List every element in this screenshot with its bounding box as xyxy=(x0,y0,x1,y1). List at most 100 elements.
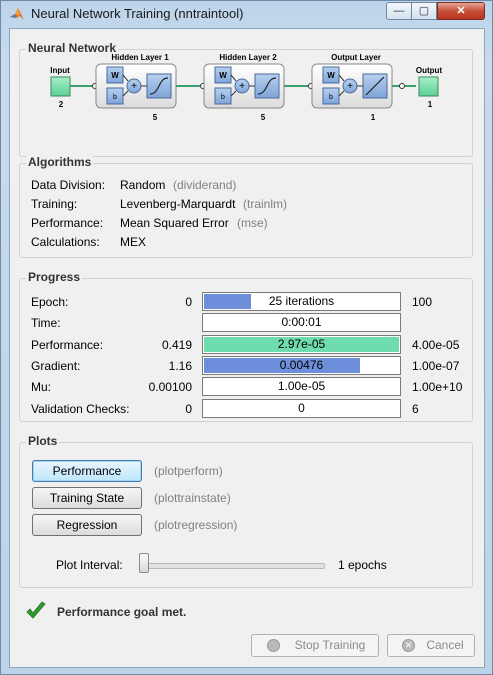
progress-bar: 0.00476 xyxy=(202,355,401,375)
progress-bar-text: 0.00476 xyxy=(279,357,324,372)
progress-bar: 0:00:01 xyxy=(202,313,401,333)
input-size: 2 xyxy=(59,100,64,109)
algorithm-label: Data Division: xyxy=(31,178,106,192)
algorithm-value: Random xyxy=(120,178,166,192)
progress-start-value: 0 xyxy=(185,295,192,309)
progress-label: Epoch: xyxy=(31,295,69,309)
algorithm-function: (mse) xyxy=(237,216,268,230)
svg-text:+: + xyxy=(239,81,245,92)
progress-bar: 2.97e-05 xyxy=(202,334,401,354)
plot-interval-value: 1 epochs xyxy=(338,558,387,572)
plots-title: Plots xyxy=(26,434,60,448)
matlab-logo-icon xyxy=(10,8,24,20)
hidden-layer-2-title: Hidden Layer 2 xyxy=(219,53,277,62)
minimize-button[interactable]: — xyxy=(386,2,412,20)
plot-training-state-button[interactable]: Training State xyxy=(32,487,142,509)
hidden-1-bias-label: b xyxy=(113,94,117,101)
progress-end-value: 1.00e+10 xyxy=(412,380,463,395)
checkmark-icon xyxy=(26,601,46,619)
hidden-layer-1-title: Hidden Layer 1 xyxy=(111,53,169,62)
nntraintool-window: Neural Network Training (nntraintool) — … xyxy=(0,0,493,675)
progress-end-value: 1.00e-07 xyxy=(412,358,460,373)
progress-bar-text: 0 xyxy=(298,400,305,415)
plot-function: (plotregression) xyxy=(154,518,238,532)
algorithm-value: Levenberg-Marquardt xyxy=(120,197,236,211)
plot-button-label: Performance xyxy=(52,464,122,478)
progress-start-value: 0 xyxy=(185,401,192,416)
progress-start-value: 0.00100 xyxy=(148,380,192,395)
cancel-label: Cancel xyxy=(426,638,464,652)
hidden-1-weight-label: W xyxy=(111,71,119,80)
progress-bar: 0 xyxy=(202,398,401,418)
svg-text:+: + xyxy=(131,81,137,92)
progress-bar-text: 2.97e-05 xyxy=(277,336,326,351)
plot-function: (plottrainstate) xyxy=(154,491,231,505)
plot-interval-label: Plot Interval: xyxy=(56,558,123,572)
cancel-button[interactable]: ✕ Cancel xyxy=(387,634,475,657)
algorithm-function: (dividerand) xyxy=(173,178,237,192)
plot-interval-slider[interactable] xyxy=(139,553,325,577)
progress-start-value: 0.419 xyxy=(161,337,192,352)
hidden-2-bias-label: b xyxy=(221,94,225,101)
hidden-layer-1-size: 5 xyxy=(153,113,158,122)
input-node xyxy=(50,76,71,97)
progress-bar-text: 1.00e-05 xyxy=(277,379,326,394)
progress-label: Mu: xyxy=(31,380,52,395)
output-label: Output xyxy=(416,66,443,75)
cancel-icon: ✕ xyxy=(402,639,415,652)
output-bias-label: b xyxy=(329,94,333,101)
plot-button-label: Regression xyxy=(56,518,118,532)
progress-end-value: 100 xyxy=(412,295,433,309)
stop-icon xyxy=(267,639,280,652)
progress-label: Time: xyxy=(31,316,61,331)
algorithm-label: Calculations: xyxy=(31,235,100,249)
algorithm-function: (trainlm) xyxy=(243,197,287,211)
slider-thumb[interactable] xyxy=(139,553,149,573)
output-weight-label: W xyxy=(327,71,335,80)
progress-panel: Progress Epoch: 0 25 iterations 100 Time: 0:0… xyxy=(19,270,473,422)
stop-training-label: Stop Training xyxy=(294,638,366,652)
output-node xyxy=(418,76,439,97)
maximize-button[interactable]: ▢ xyxy=(411,2,437,20)
plot-regression-button[interactable]: Regression xyxy=(32,514,142,536)
algorithm-label: Performance: xyxy=(31,216,104,230)
algorithm-value: Mean Squared Error xyxy=(120,216,229,230)
hidden-2-weight-label: W xyxy=(219,71,227,80)
output-layer-size: 1 xyxy=(371,113,376,122)
status-message: Performance goal met. xyxy=(57,605,187,619)
progress-label: Performance: xyxy=(31,337,104,352)
progress-start-value: 1.16 xyxy=(168,358,192,373)
hidden-layer-2-size: 5 xyxy=(261,113,266,122)
algorithm-value: MEX xyxy=(120,235,147,249)
progress-end-value: 6 xyxy=(412,401,419,416)
maximize-icon: ▢ xyxy=(418,5,430,17)
progress-bar: 25 iterations xyxy=(202,292,401,311)
progress-end-value: 4.00e-05 xyxy=(412,337,460,352)
network-diagram: Input 2 Hidden Layer 1 W b + 5 Hidden La… xyxy=(50,53,443,122)
output-layer-title: Output Layer xyxy=(331,53,381,62)
algorithm-label: Training: xyxy=(31,197,78,211)
progress-bar: 1.00e-05 xyxy=(202,377,401,397)
progress-label: Gradient: xyxy=(31,358,81,373)
neural-network-panel: Neural Network Input 2 Hidden Layer 1 W … xyxy=(19,41,473,157)
plot-performance-button[interactable]: Performance xyxy=(32,460,142,482)
input-label: Input xyxy=(50,66,70,75)
stop-training-button[interactable]: Stop Training xyxy=(251,634,379,657)
algorithms-title: Algorithms xyxy=(26,155,94,169)
progress-bar-text: 0:00:01 xyxy=(281,315,322,330)
plots-panel: Plots Performance (plotperform) Training S… xyxy=(19,434,473,588)
minimize-icon: — xyxy=(393,5,405,17)
progress-bar-text: 25 iterations xyxy=(268,294,335,308)
plot-function: (plotperform) xyxy=(154,464,223,478)
title-bar[interactable]: Neural Network Training (nntraintool) — … xyxy=(1,1,492,27)
window-title: Neural Network Training (nntraintool) xyxy=(31,6,244,21)
close-button[interactable]: ✕ xyxy=(437,2,485,20)
algorithms-panel: Algorithms Data Division: Random (dividera… xyxy=(19,155,473,258)
close-icon: ✕ xyxy=(456,5,466,17)
plot-button-label: Training State xyxy=(49,491,125,505)
progress-title: Progress xyxy=(26,270,83,284)
output-size: 1 xyxy=(428,100,433,109)
progress-label: Validation Checks: xyxy=(31,401,130,416)
client-area: Neural Network Input 2 Hidden Layer 1 W … xyxy=(9,28,485,668)
svg-text:+: + xyxy=(347,81,353,92)
